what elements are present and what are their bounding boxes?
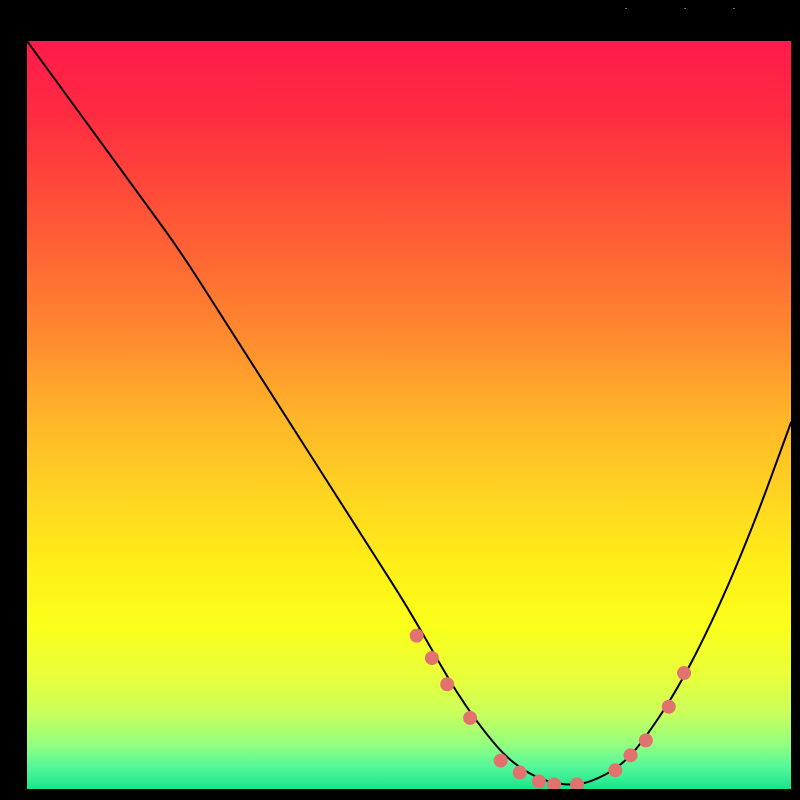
marker-dot <box>662 700 676 714</box>
marker-points <box>410 629 691 789</box>
marker-dot <box>513 766 527 780</box>
marker-dot <box>608 763 622 777</box>
marker-dot <box>494 754 508 768</box>
chart-wrapper: TheBottleneck.com <box>0 0 800 800</box>
marker-dot <box>440 677 454 691</box>
marker-dot <box>532 775 546 789</box>
plot-frame <box>9 9 791 791</box>
marker-dot <box>547 778 561 789</box>
marker-dot <box>677 666 691 680</box>
marker-dot <box>425 651 439 665</box>
marker-dot <box>639 733 653 747</box>
curve-layer <box>27 41 791 789</box>
marker-dot <box>570 778 584 789</box>
marker-dot <box>463 711 477 725</box>
plot-area <box>27 41 791 789</box>
marker-dot <box>624 748 638 762</box>
marker-dot <box>410 629 424 643</box>
bottleneck-curve <box>27 41 791 785</box>
